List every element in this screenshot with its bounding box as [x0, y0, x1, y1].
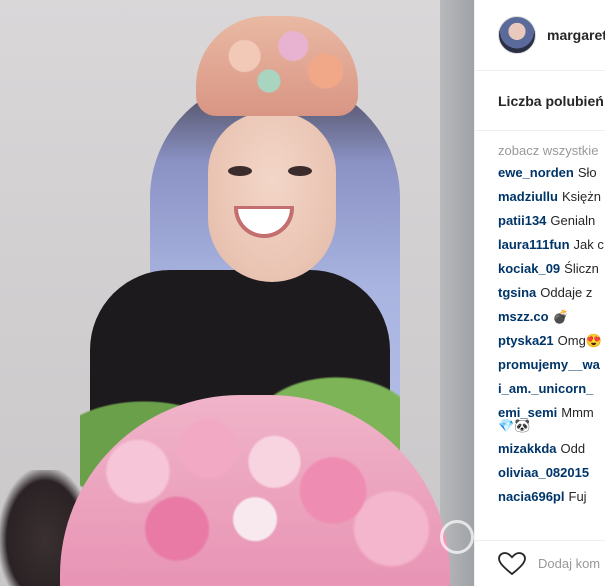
comment-username[interactable]: ewe_norden [498, 165, 574, 180]
flower-crown [196, 16, 358, 116]
right-eye [288, 166, 312, 176]
avatar[interactable] [498, 16, 536, 54]
post-sidebar: margaret Liczba polubień zobacz wszystki… [474, 0, 605, 586]
comment-item: ptyska21 Omg😍 [498, 332, 605, 349]
comment-username[interactable]: madziullu [498, 189, 558, 204]
comment-text-continued: 💎🐼 [498, 418, 531, 433]
comment-item: oliviaa_082015 [498, 464, 605, 481]
comment-text: Oddaje z [540, 285, 593, 300]
comment-item: laura111fun Jak c [498, 236, 605, 253]
face [208, 112, 336, 282]
comment-username[interactable]: ptyska21 [498, 333, 554, 348]
comment-item: ewe_norden Sło [498, 164, 605, 181]
comment-list: ewe_norden Sło madziullu Księżn patii134 Geni… [475, 164, 605, 505]
comment-username[interactable]: oliviaa_082015 [498, 465, 589, 480]
watermark-logo-icon [440, 520, 474, 554]
comment-item: nacia696pl Fuj [498, 488, 605, 505]
comment-username[interactable]: mizakkda [498, 441, 557, 456]
comment-item: emi_semi Mmm 💎🐼 [498, 404, 605, 433]
comment-username[interactable]: tgsina [498, 285, 536, 300]
background-wall [440, 0, 474, 586]
comment-item: i_am._unicorn_ [498, 380, 605, 397]
post-photo[interactable] [0, 0, 474, 586]
comment-text: Mmm [561, 405, 594, 420]
comment-text: 💣 [552, 309, 569, 324]
add-comment-input[interactable]: Dodaj kom [538, 556, 600, 571]
comment-item: kociak_09 Śliczn [498, 260, 605, 277]
comment-item: promujemy__wa [498, 356, 605, 373]
left-eye [228, 166, 252, 176]
comment-item: patii134 Genialn [498, 212, 605, 229]
post-footer: Dodaj kom [475, 540, 605, 586]
comment-username[interactable]: laura111fun [498, 237, 570, 252]
post-header: margaret [475, 0, 605, 71]
comment-username[interactable]: mszz.co [498, 309, 549, 324]
comment-item: mizakkda Odd [498, 440, 605, 457]
comment-username[interactable]: i_am._unicorn_ [498, 381, 593, 396]
comment-item: mszz.co 💣 [498, 308, 605, 325]
see-all-comments-link[interactable]: zobacz wszystkie [475, 131, 605, 164]
post-username[interactable]: margaret [547, 27, 605, 43]
comment-username[interactable]: nacia696pl [498, 489, 565, 504]
heart-icon[interactable] [498, 551, 526, 576]
comment-text: Śliczn [564, 261, 599, 276]
comment-username[interactable]: patii134 [498, 213, 546, 228]
comment-text: Odd [560, 441, 586, 456]
comment-text: Księżn [561, 189, 601, 204]
comment-item: madziullu Księżn [498, 188, 605, 205]
comment-text: Sło [577, 165, 597, 180]
likes-count[interactable]: Liczba polubień [475, 71, 605, 131]
comment-username[interactable]: promujemy__wa [498, 357, 600, 372]
comment-item: tgsina Oddaje z [498, 284, 605, 301]
comment-text: Genialn [550, 213, 596, 228]
comment-username[interactable]: kociak_09 [498, 261, 560, 276]
comment-text: Omg😍 [557, 333, 603, 348]
comment-text: Fuj [568, 489, 587, 504]
comment-text: Jak c [573, 237, 604, 252]
